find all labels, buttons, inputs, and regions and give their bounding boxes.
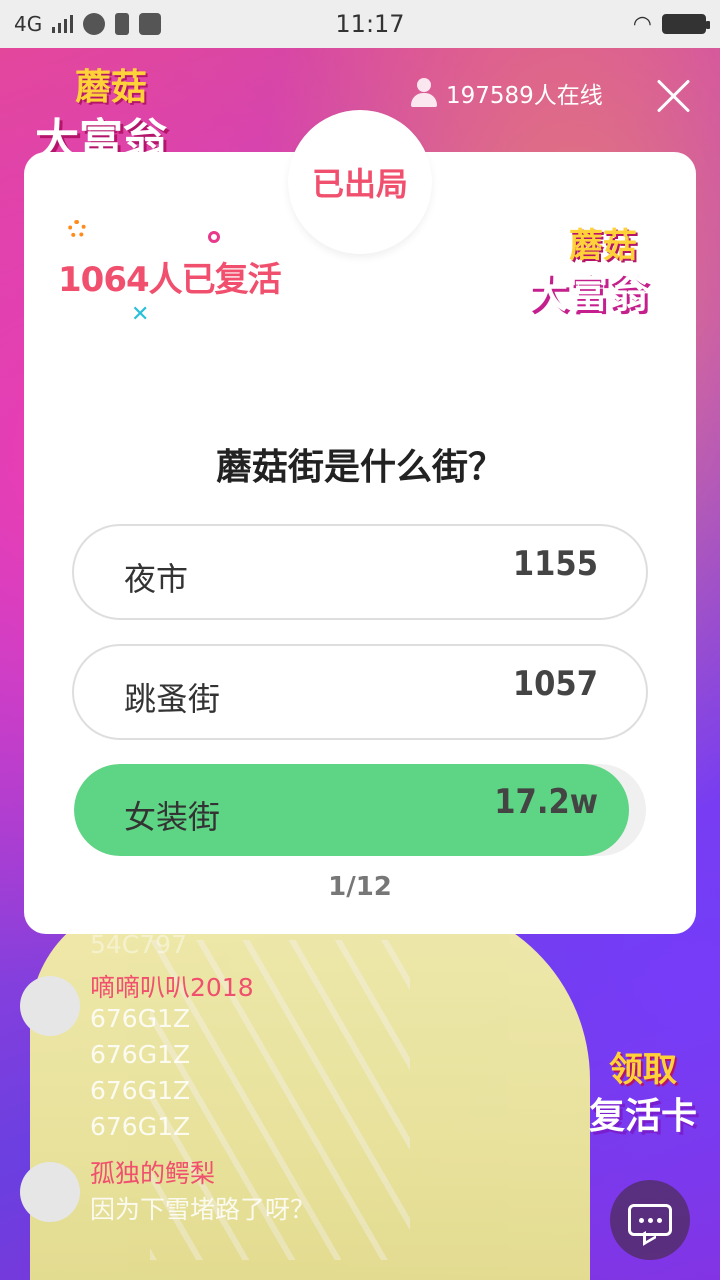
chat-message: 54C797 xyxy=(90,930,187,959)
clock: 11:17 xyxy=(335,10,405,38)
elimination-badge: 已出局 xyxy=(288,110,432,254)
online-count: 197589人在线 xyxy=(410,76,603,110)
option-count: 17.2w xyxy=(494,782,598,822)
online-count-text: 197589人在线 xyxy=(446,83,603,109)
answer-option-1[interactable]: 夜市 1155 xyxy=(72,524,648,620)
brand-logo: 蘑菇 大富翁 xyxy=(35,67,167,166)
chat-bubble-icon xyxy=(628,1204,672,1236)
message-icon xyxy=(83,13,106,35)
chat-message: 676G1Z xyxy=(90,1004,191,1033)
wifi-icon: ◠ xyxy=(632,11,652,37)
question-text: 蘑菇街是什么街？ xyxy=(215,447,504,488)
battery-icon xyxy=(662,14,710,34)
chat-username: 嘀嘀叭叭2018 xyxy=(90,973,254,1002)
option-count: 1155 xyxy=(512,544,598,584)
answer-option-2[interactable]: 跳蚤街 1057 xyxy=(72,644,648,740)
cross-decoration-icon: ✕ xyxy=(131,302,150,327)
person-icon xyxy=(410,78,438,108)
option-label: 跳蚤街 xyxy=(124,680,221,718)
signal-icon xyxy=(52,15,74,33)
chat-message: 676G1Z xyxy=(90,1112,191,1141)
card-logo: 蘑菇 大富翁 xyxy=(528,226,648,317)
chat-username: 孤独的鳄梨 xyxy=(90,1159,216,1188)
chat-button[interactable] xyxy=(610,1180,690,1260)
revived-count: 1064人已复活 xyxy=(58,260,282,300)
avatar[interactable] xyxy=(20,976,80,1036)
network-type: 4G xyxy=(14,12,43,36)
option-label: 女装街 xyxy=(124,798,221,836)
question-progress: 1/12 xyxy=(328,872,392,902)
close-icon[interactable] xyxy=(654,76,694,116)
sparkle-icon xyxy=(68,220,86,238)
option-count: 1057 xyxy=(512,664,598,704)
usb-debug-icon xyxy=(139,13,162,35)
option-label: 夜市 xyxy=(124,560,189,598)
chat-message: 676G1Z xyxy=(90,1076,191,1105)
ring-icon xyxy=(208,231,220,243)
chat-message: 因为下雪堵路了呀？ xyxy=(90,1195,316,1224)
claim-revival-card-button[interactable]: 领取 复活卡 xyxy=(572,1042,714,1137)
status-text: 已出局 xyxy=(311,165,408,203)
usb-icon xyxy=(115,13,130,35)
answer-option-3-correct[interactable]: 女装街 17.2w xyxy=(72,762,648,858)
status-bar: 4G 11:17 ◠ xyxy=(0,0,720,48)
chat-message: 676G1Z xyxy=(90,1040,191,1069)
avatar[interactable] xyxy=(20,1162,80,1222)
